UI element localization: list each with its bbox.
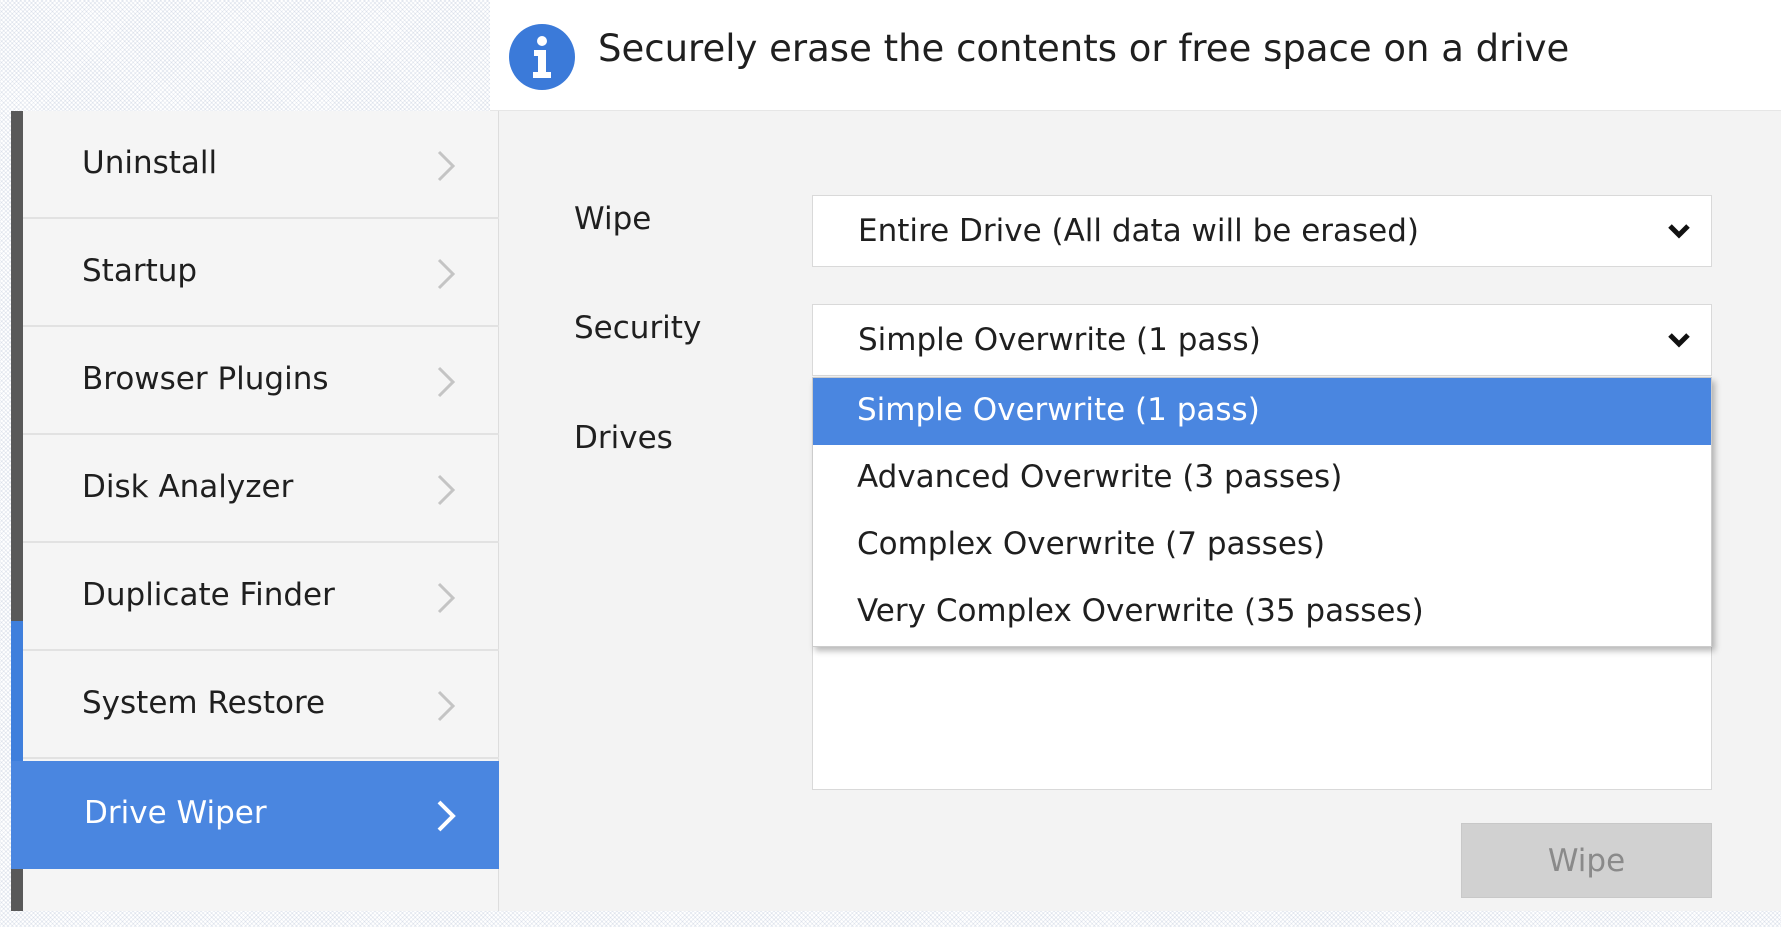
- sidebar-nav: Uninstall Startup Browser Plugins Disk A…: [11, 111, 499, 911]
- chevron-right-icon: [437, 150, 456, 182]
- chevron-right-icon: [437, 474, 456, 506]
- header-description: Securely erase the contents or free spac…: [598, 27, 1570, 70]
- security-select[interactable]: Simple Overwrite (1 pass): [812, 304, 1712, 376]
- security-option[interactable]: Advanced Overwrite (3 passes): [813, 445, 1711, 512]
- sidebar-item-startup[interactable]: Startup: [23, 219, 499, 327]
- sidebar-item-duplicate-finder[interactable]: Duplicate Finder: [23, 543, 499, 651]
- chevron-down-icon: [1668, 224, 1690, 239]
- security-option-label: Simple Overwrite (1 pass): [857, 392, 1260, 428]
- chevron-right-icon: [437, 258, 456, 290]
- sidebar-item-label: Disk Analyzer: [82, 469, 294, 505]
- security-option[interactable]: Very Complex Overwrite (35 passes): [813, 579, 1711, 646]
- info-icon: [509, 24, 575, 90]
- sidebar-item-label: Drive Wiper: [84, 795, 267, 831]
- sidebar-item-browser-plugins[interactable]: Browser Plugins: [23, 327, 499, 435]
- chevron-right-icon: [437, 690, 456, 722]
- wipe-mode-select[interactable]: Entire Drive (All data will be erased): [812, 195, 1712, 267]
- sidebar-item-uninstall[interactable]: Uninstall: [23, 111, 499, 219]
- sidebar-item-label: Startup: [82, 253, 198, 289]
- chevron-down-icon: [1668, 333, 1690, 348]
- security-label: Security: [574, 310, 702, 346]
- drives-label: Drives: [574, 420, 673, 456]
- security-option[interactable]: Complex Overwrite (7 passes): [813, 512, 1711, 579]
- sidebar-item-drive-wiper[interactable]: Drive Wiper: [11, 761, 499, 869]
- sidebar-item-label: Browser Plugins: [82, 361, 329, 397]
- wipe-mode-value: Entire Drive (All data will be erased): [858, 213, 1420, 249]
- wipe-button[interactable]: Wipe: [1461, 823, 1712, 898]
- security-option-label: Complex Overwrite (7 passes): [857, 526, 1326, 562]
- sidebar-item-label: System Restore: [82, 685, 326, 721]
- security-option-label: Advanced Overwrite (3 passes): [857, 459, 1343, 495]
- chevron-right-icon: [437, 800, 456, 832]
- security-option-label: Very Complex Overwrite (35 passes): [857, 593, 1424, 629]
- sidebar-item-system-restore[interactable]: System Restore: [23, 651, 499, 759]
- chevron-right-icon: [437, 582, 456, 614]
- chevron-right-icon: [437, 366, 456, 398]
- sidebar-item-label: Uninstall: [82, 145, 218, 181]
- sidebar-item-disk-analyzer[interactable]: Disk Analyzer: [23, 435, 499, 543]
- sidebar-item-label: Duplicate Finder: [82, 577, 335, 613]
- security-dropdown-list: Simple Overwrite (1 pass) Advanced Overw…: [812, 377, 1712, 647]
- wipe-label: Wipe: [574, 201, 652, 237]
- security-option[interactable]: Simple Overwrite (1 pass): [813, 378, 1711, 445]
- sidebar-rail-accent: [11, 621, 23, 761]
- security-value: Simple Overwrite (1 pass): [858, 322, 1261, 358]
